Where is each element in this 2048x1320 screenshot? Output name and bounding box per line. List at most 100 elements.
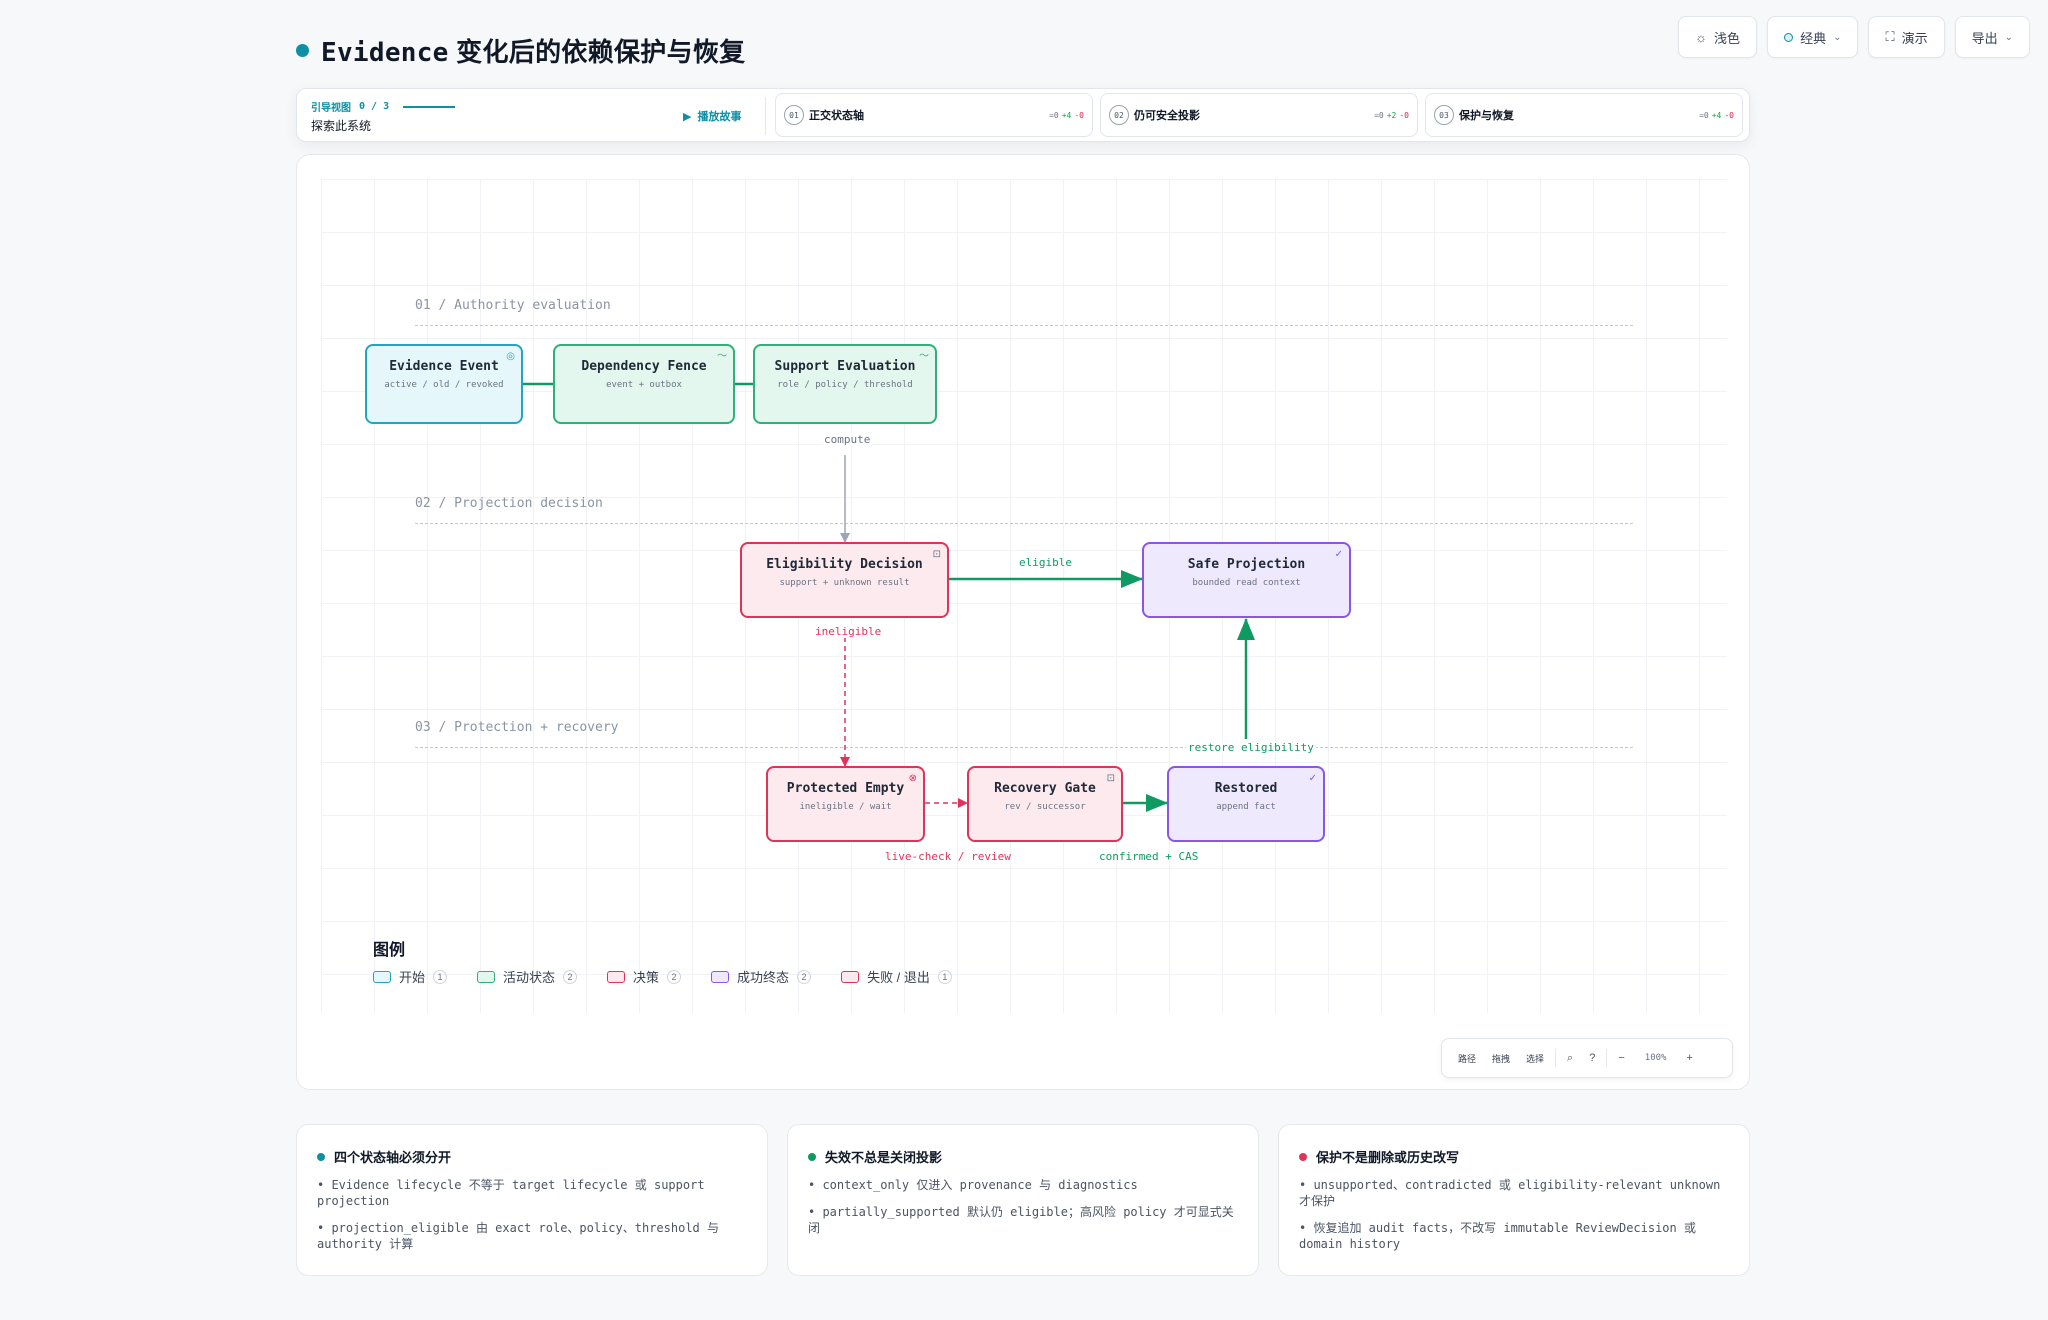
stat-removed: -0 xyxy=(1724,110,1734,120)
diagram-canvas[interactable]: 01 / Authority evaluation 02 / Projectio… xyxy=(296,154,1750,1090)
card-dot xyxy=(808,1152,816,1161)
node-safe-projection[interactable]: ✓ Safe Projection bounded read context xyxy=(1142,542,1351,618)
card-title: 失效不总是关闭投影 xyxy=(825,1150,943,1165)
step-label: 正交状态轴 xyxy=(809,110,864,122)
chevron-down-icon: ⌄ xyxy=(2004,31,2013,43)
guide-step-1[interactable]: 01 正交状态轴 =0 +4 -0 xyxy=(775,93,1093,137)
node-dependency-fence[interactable]: 〜 Dependency Fence event + outbox xyxy=(553,344,735,424)
info-card-projection: 失效不总是关闭投影 • context_only 仅进入 provenance … xyxy=(787,1124,1259,1276)
export-button[interactable]: 导出 ⌄ xyxy=(1954,16,2030,58)
path-mode-button[interactable]: 路径 xyxy=(1450,1052,1484,1065)
node-title: Support Evaluation xyxy=(774,359,916,374)
card-item: • Evidence lifecycle 不等于 target lifecycl… xyxy=(317,1178,705,1208)
card-dot xyxy=(1299,1152,1307,1161)
help-icon[interactable]: ? xyxy=(1581,1052,1603,1064)
node-evidence-event[interactable]: ◎ Evidence Event active / old / revoked xyxy=(365,344,523,424)
step-label: 保护与恢复 xyxy=(1459,110,1514,122)
step-number: 03 xyxy=(1434,105,1454,125)
node-eligibility-decision[interactable]: ⊡ Eligibility Decision support + unknown… xyxy=(740,542,949,618)
node-title: Eligibility Decision xyxy=(766,557,923,572)
layout-button[interactable]: 经典 ⌄ xyxy=(1767,16,1859,58)
zoom-out-button[interactable]: − xyxy=(1610,1052,1632,1064)
pulse-icon: 〜 xyxy=(717,351,727,362)
node-title: Protected Empty xyxy=(786,781,905,796)
edge-label-eligible: eligible xyxy=(1019,556,1072,569)
zoom-in-button[interactable]: + xyxy=(1678,1052,1700,1064)
step-stats: =0 +2 -0 xyxy=(1374,111,1409,120)
node-subtitle: bounded read context xyxy=(1192,578,1301,588)
drag-mode-button[interactable]: 拖拽 xyxy=(1484,1052,1518,1065)
node-subtitle: ineligible / wait xyxy=(799,802,892,812)
legend-swatch xyxy=(841,970,860,983)
title-prefix: Evidence xyxy=(321,38,449,68)
stat-equal: =0 xyxy=(1374,110,1384,120)
theme-label: 浅色 xyxy=(1714,30,1741,46)
node-recovery-gate[interactable]: ⊡ Recovery Gate rev / successor xyxy=(967,766,1123,842)
legend-count: 1 xyxy=(937,969,952,984)
card-item: • partially_supported 默认仍 eligible；高风险 p… xyxy=(808,1205,1234,1235)
card-item: • context_only 仅进入 provenance 与 diagnost… xyxy=(808,1178,1138,1192)
node-subtitle: active / old / revoked xyxy=(384,380,504,390)
node-title: Safe Projection xyxy=(1187,557,1306,572)
square-icon: ⊡ xyxy=(1106,773,1115,784)
node-protected-empty[interactable]: ⊗ Protected Empty ineligible / wait xyxy=(766,766,925,842)
present-label: 演示 xyxy=(1901,30,1928,46)
stat-added: +2 xyxy=(1386,110,1397,120)
present-button[interactable]: ⛶ 演示 xyxy=(1868,16,1945,58)
play-story-button[interactable]: ▶ 播放故事 xyxy=(683,108,741,124)
search-icon[interactable]: ⌕ xyxy=(1559,1052,1581,1065)
legend-item-decision[interactable]: 决策 2 xyxy=(607,967,682,986)
info-card-axes: 四个状态轴必须分开 • Evidence lifecycle 不等于 targe… xyxy=(296,1124,768,1276)
export-label: 导出 xyxy=(1971,30,1998,46)
check-circle-icon: ✓ xyxy=(1308,773,1317,784)
edge-label-compute: compute xyxy=(822,433,873,446)
node-restored[interactable]: ✓ Restored append fact xyxy=(1167,766,1325,842)
zoom-controls: 路径 拖拽 选择 ⌕ ? − 100% + xyxy=(1441,1038,1733,1078)
top-toolbar: ☼ 浅色 经典 ⌄ ⛶ 演示 导出 ⌄ xyxy=(1678,16,2030,58)
node-support-evaluation[interactable]: 〜 Support Evaluation role / policy / thr… xyxy=(753,344,937,424)
node-title: Dependency Fence xyxy=(581,359,707,374)
divider xyxy=(1555,1049,1557,1067)
layout-dot-icon xyxy=(1784,32,1794,42)
node-subtitle: append fact xyxy=(1216,802,1276,812)
step-stats: =0 +4 -0 xyxy=(1049,111,1084,120)
guide-progress-line xyxy=(403,105,456,108)
legend-item-success[interactable]: 成功终态 2 xyxy=(711,967,812,986)
divider xyxy=(1606,1049,1608,1067)
info-card-protection: 保护不是删除或历史改写 • unsupported、contradicted 或… xyxy=(1278,1124,1750,1276)
card-title: 四个状态轴必须分开 xyxy=(334,1150,452,1165)
edge-label-livecheck: live-check / review xyxy=(885,850,1011,863)
chevron-down-icon: ⌄ xyxy=(1833,31,1842,43)
legend-label: 失败 / 退出 xyxy=(867,970,930,985)
x-circle-icon: ⊗ xyxy=(908,773,917,784)
card-title: 保护不是删除或历史改写 xyxy=(1316,1150,1460,1165)
legend-label: 决策 xyxy=(633,970,660,985)
step-number: 02 xyxy=(1109,105,1129,125)
legend-item-start[interactable]: 开始 1 xyxy=(373,967,448,986)
guide-divider xyxy=(765,97,766,135)
node-title: Restored xyxy=(1214,781,1278,796)
card-item: • projection_eligible 由 exact role、polic… xyxy=(317,1221,720,1251)
pulse-icon: 〜 xyxy=(919,351,929,362)
layout-label: 经典 xyxy=(1800,30,1827,46)
legend-item-fail[interactable]: 失败 / 退出 1 xyxy=(841,967,952,986)
zoom-level: 100% xyxy=(1644,1053,1667,1063)
theme-button[interactable]: ☼ 浅色 xyxy=(1678,16,1758,58)
legend-count: 2 xyxy=(797,969,812,984)
card-item: • 恢复追加 audit facts，不改写 immutable ReviewD… xyxy=(1299,1221,1696,1251)
legend-swatch xyxy=(373,970,391,983)
select-mode-button[interactable]: 选择 xyxy=(1518,1052,1552,1065)
node-subtitle: role / policy / threshold xyxy=(777,380,913,390)
guide-progress: 0 / 3 xyxy=(359,101,390,112)
guide-step-3[interactable]: 03 保护与恢复 =0 +4 -0 xyxy=(1425,93,1743,137)
stat-added: +4 xyxy=(1061,110,1072,120)
edge-label-ineligible: ineligible xyxy=(813,625,884,638)
guide-mode-label: 引导视图 xyxy=(311,103,351,114)
guide-step-2[interactable]: 02 仍可安全投影 =0 +2 -0 xyxy=(1100,93,1418,137)
node-subtitle: event + outbox xyxy=(606,380,682,390)
legend-title: 图例 xyxy=(373,942,406,959)
card-item: • unsupported、contradicted 或 eligibility… xyxy=(1299,1178,1721,1208)
legend-label: 活动状态 xyxy=(503,970,556,985)
legend-item-active[interactable]: 活动状态 2 xyxy=(477,967,578,986)
legend-count: 2 xyxy=(563,969,578,984)
